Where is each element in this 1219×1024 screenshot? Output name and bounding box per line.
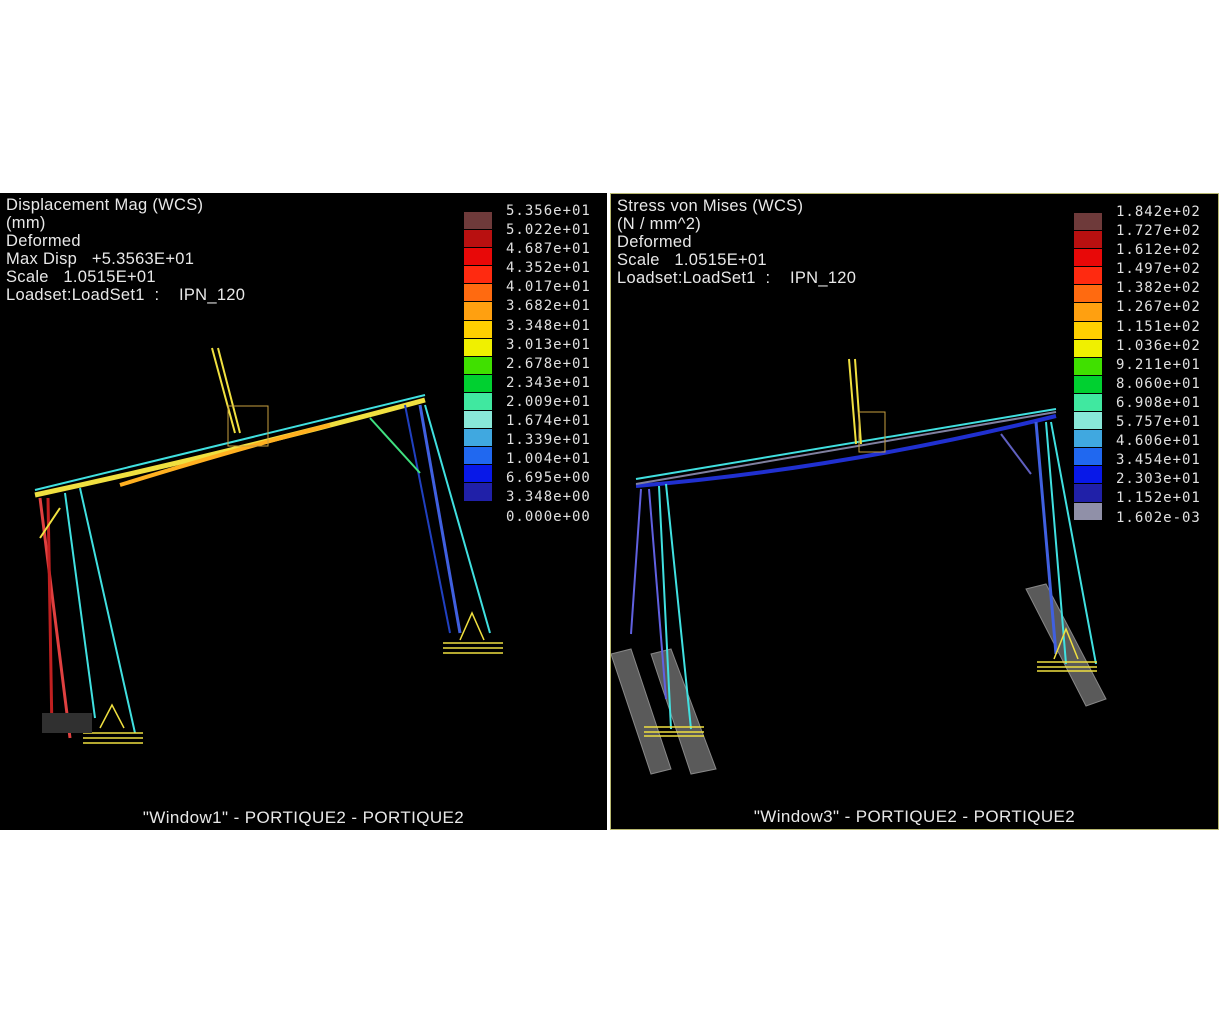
- legend-band: [464, 356, 492, 375]
- legend-value: 1.004e+01: [506, 451, 591, 468]
- legend-value: 4.352e+01: [506, 260, 591, 277]
- legend-band: [464, 411, 492, 430]
- legend-band: [464, 230, 492, 249]
- legend-band: [464, 447, 492, 466]
- legend-value: 1.497e+02: [1116, 261, 1201, 278]
- legend-band: [1074, 249, 1102, 268]
- window-caption: "Window3" - PORTIQUE2 - PORTIQUE2: [753, 807, 1076, 826]
- legend-value: 6.695e+00: [506, 470, 591, 487]
- legend-band: [464, 392, 492, 412]
- legend-value: 4.017e+01: [506, 279, 591, 296]
- header-units: (N / mm^2): [617, 215, 702, 233]
- legend-band: [1074, 303, 1102, 322]
- legend-value: 3.682e+01: [506, 298, 591, 315]
- legend-band: [1074, 375, 1102, 394]
- legend-band: [464, 338, 492, 357]
- legend-band: [1074, 412, 1102, 431]
- legend-value: 8.060e+01: [1116, 375, 1201, 392]
- viewport-window1[interactable]: Displacement Mag (WCS) (mm) Deformed Max Di…: [0, 193, 607, 830]
- legend-band: [464, 302, 492, 321]
- legend-band: [1074, 357, 1102, 376]
- result-header: Displacement Mag (WCS) (mm) Deformed Max Di…: [6, 196, 245, 304]
- legend-band: [1074, 321, 1102, 340]
- viewport-window3[interactable]: Stress von Mises (WCS) (N / mm^2) Deformed…: [610, 193, 1219, 830]
- header-scale: Scale 1.0515E+01: [6, 268, 156, 286]
- legend-value: 1.612e+02: [1116, 242, 1201, 259]
- legend-band: [1074, 213, 1102, 232]
- legend-band: [464, 266, 492, 285]
- legend-value: 0.000e+00: [506, 508, 591, 525]
- legend-band: [464, 320, 492, 339]
- legend-value: 1.842e+02: [1116, 204, 1201, 220]
- legend-band: [1074, 231, 1102, 250]
- legend-band: [464, 429, 492, 448]
- legend-value: 3.013e+01: [506, 336, 591, 353]
- legend-band: [464, 374, 492, 393]
- header-max-disp: Max Disp +5.3563E+01: [6, 250, 195, 268]
- legend-band: [464, 465, 492, 484]
- legend-value: 1.382e+02: [1116, 280, 1201, 297]
- legend-color-bar: [1074, 213, 1102, 521]
- header-loadset: Loadset:LoadSet1 : IPN_120: [617, 269, 857, 287]
- legend-value: 5.356e+01: [506, 203, 591, 219]
- legend-value: 1.152e+01: [1116, 490, 1201, 507]
- legend-value: 1.727e+02: [1116, 223, 1201, 240]
- legend-band: [1074, 448, 1102, 467]
- legend-value: 9.211e+01: [1116, 356, 1201, 373]
- header-scale: Scale 1.0515E+01: [617, 251, 767, 269]
- result-header: Stress von Mises (WCS) (N / mm^2) Deformed…: [617, 197, 856, 287]
- legend-band: [1074, 430, 1102, 449]
- legend-value: 4.606e+01: [1116, 433, 1201, 450]
- legend-value: 5.022e+01: [506, 222, 591, 239]
- header-title: Stress von Mises (WCS): [617, 197, 804, 215]
- legend-band: [1074, 393, 1102, 413]
- header-mode: Deformed: [617, 233, 692, 251]
- legend-value: 3.348e+00: [506, 489, 591, 506]
- legend-value: 5.757e+01: [1116, 414, 1201, 431]
- legend-labels: 5.356e+01 5.022e+01 4.687e+01 4.352e+01 4.01…: [506, 202, 591, 527]
- legend-value: 4.687e+01: [506, 241, 591, 258]
- legend-labels: 1.842e+02 1.727e+02 1.612e+02 1.497e+02 1.38…: [1116, 203, 1201, 528]
- legend-value: 2.343e+01: [506, 374, 591, 391]
- header-title: Displacement Mag (WCS): [6, 196, 204, 214]
- legend-value: 1.674e+01: [506, 413, 591, 430]
- legend-value: 1.036e+02: [1116, 337, 1201, 354]
- window-caption: "Window1" - PORTIQUE2 - PORTIQUE2: [142, 808, 465, 827]
- header-units: (mm): [6, 214, 46, 232]
- legend-value: 2.303e+01: [1116, 471, 1201, 488]
- legend-value: 1.151e+02: [1116, 318, 1201, 335]
- header-mode: Deformed: [6, 232, 81, 250]
- legend-value: 3.454e+01: [1116, 452, 1201, 469]
- legend-band: [464, 212, 492, 231]
- legend-value: 1.602e-03: [1116, 509, 1201, 526]
- legend-band: [1074, 466, 1102, 485]
- legend-band: [464, 284, 492, 303]
- legend-value: 1.267e+02: [1116, 299, 1201, 316]
- legend-value: 1.339e+01: [506, 432, 591, 449]
- legend-color-bar: [464, 212, 492, 502]
- legend-band: [1074, 502, 1102, 521]
- legend-band: [464, 483, 492, 502]
- legend-value: 3.348e+01: [506, 317, 591, 334]
- legend-value: 2.678e+01: [506, 355, 591, 372]
- legend-band: [1074, 339, 1102, 358]
- legend-band: [1074, 484, 1102, 503]
- header-loadset: Loadset:LoadSet1 : IPN_120: [6, 286, 246, 304]
- legend-band: [1074, 267, 1102, 286]
- legend-value: 2.009e+01: [506, 393, 591, 410]
- legend-band: [464, 248, 492, 267]
- legend-band: [1074, 285, 1102, 304]
- legend-value: 6.908e+01: [1116, 394, 1201, 411]
